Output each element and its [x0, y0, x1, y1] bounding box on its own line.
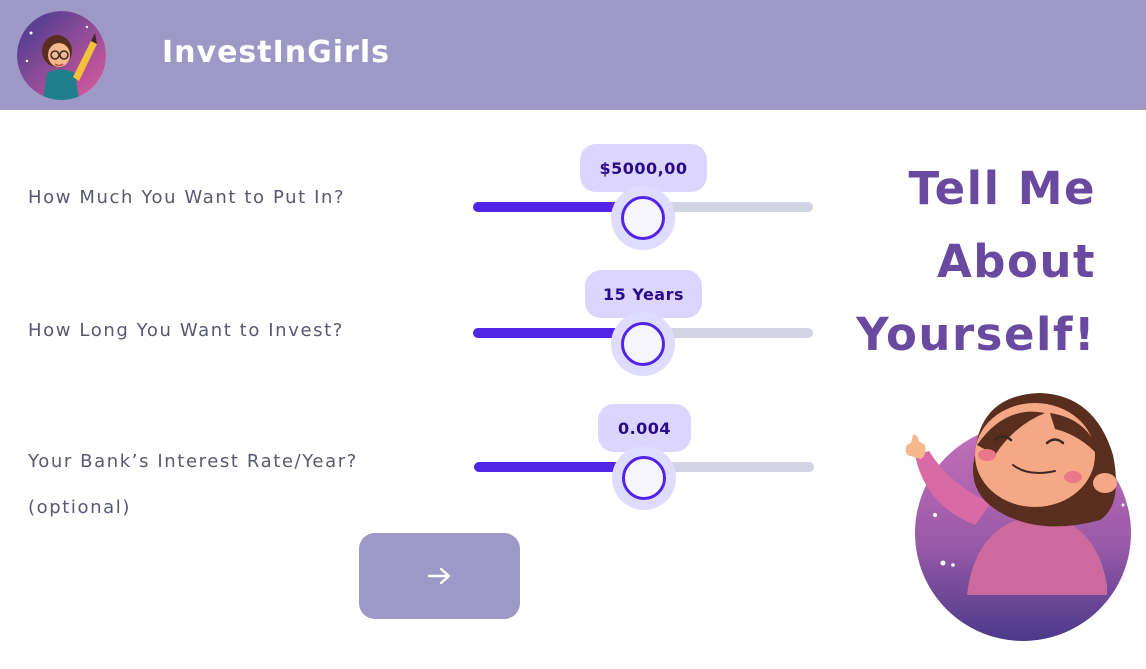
headline-line-2: About: [936, 235, 1096, 288]
interest-label: Your Bank’s Interest Rate/Year?: [28, 451, 358, 472]
headline: Tell Me About Yourself!: [776, 152, 1096, 371]
amount-slider-knob: [621, 196, 665, 240]
amount-slider-thumb[interactable]: [611, 186, 675, 250]
interest-optional-label: (optional): [28, 497, 131, 518]
duration-slider-thumb[interactable]: [611, 312, 675, 376]
duration-label: How Long You Want to Invest?: [28, 320, 344, 341]
duration-slider-knob: [621, 322, 665, 366]
interest-slider-thumb[interactable]: [612, 446, 676, 510]
headline-line-1: Tell Me: [908, 162, 1096, 215]
brand-title[interactable]: InvestInGirls: [162, 35, 390, 70]
interest-slider-knob: [622, 456, 666, 500]
amount-label: How Much You Want to Put In?: [28, 187, 346, 208]
logo-avatar: [17, 11, 106, 100]
arrow-right-icon: [427, 567, 450, 585]
app-header: InvestInGirls: [0, 0, 1146, 110]
interest-value-bubble: 0.004: [598, 404, 691, 452]
amount-value-bubble: $5000,00: [580, 144, 707, 192]
next-button[interactable]: [359, 533, 520, 619]
duration-value-bubble: 15 Years: [585, 270, 702, 318]
girl-illustration: [895, 385, 1145, 645]
headline-line-3: Yourself!: [856, 308, 1096, 361]
